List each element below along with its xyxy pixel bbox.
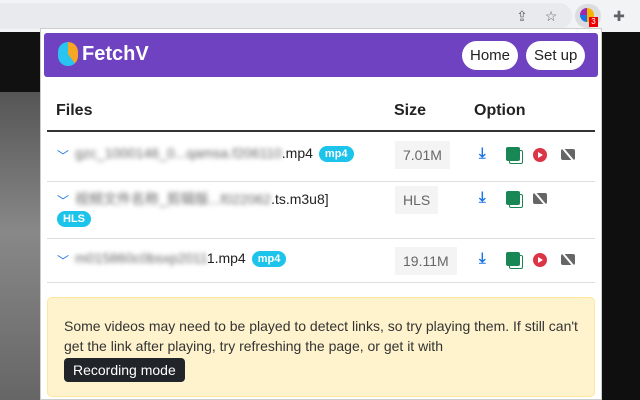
record-off-icon[interactable] (533, 193, 547, 204)
file-ext: .mp4 (281, 145, 313, 161)
fetchv-extension-button[interactable]: 3 (575, 4, 601, 28)
brand: FetchV (58, 42, 149, 66)
table-row: ﹀ m015860c0bsxp20111.mp4 mp4 19.11M ⤓ (47, 239, 595, 283)
notice-text: Some videos may need to be played to det… (64, 318, 578, 354)
column-option: Option (474, 102, 526, 119)
file-size: 19.11M (395, 247, 457, 275)
share-icon[interactable]: ⇪ (512, 6, 532, 26)
file-ext: 1.mp4 (206, 250, 246, 266)
column-files: Files (56, 102, 93, 119)
chevron-down-icon[interactable]: ﹀ (57, 147, 69, 164)
address-bar[interactable] (0, 3, 572, 29)
file-name: m015860c0bsxp20111.mp4 mp4 (75, 250, 287, 267)
record-off-icon[interactable] (561, 254, 575, 265)
file-name-blurred: 视频文件名称_剪辑版...f022062 (75, 191, 272, 207)
play-icon[interactable] (533, 148, 547, 162)
copy-icon[interactable] (506, 252, 520, 266)
fetchv-popup: FetchV Home Set up Files Size Option ﹀ g… (40, 28, 602, 400)
download-icon[interactable]: ⤓ (479, 146, 493, 161)
format-tag: mp4 (318, 146, 354, 162)
file-name: 视频文件名称_剪辑版...f022062.ts.m3u8] (75, 189, 329, 209)
play-icon[interactable] (533, 253, 547, 267)
file-name-blurred: m015860c0bsxp2011 (75, 250, 207, 266)
file-name: gzc_1000146_0...qamsa.f206110.mp4 mp4 (75, 145, 354, 162)
star-icon[interactable]: ☆ (541, 6, 561, 26)
brand-name: FetchV (82, 42, 149, 65)
download-icon[interactable]: ⤓ (479, 190, 493, 205)
table-row: ﹀ gzc_1000146_0...qamsa.f206110.mp4 mp4 7… (47, 132, 595, 182)
copy-icon[interactable] (506, 191, 520, 205)
popup-header: FetchV Home Set up (44, 33, 598, 77)
format-tag: HLS (57, 211, 91, 227)
chevron-down-icon[interactable]: ﹀ (57, 192, 69, 209)
notice-box: Some videos may need to be played to det… (47, 297, 595, 397)
recording-mode-button[interactable]: Recording mode (64, 358, 185, 382)
file-ext: .ts.m3u8] (271, 191, 329, 207)
background-page-right (602, 32, 640, 400)
record-off-icon[interactable] (561, 149, 575, 160)
puzzle-icon[interactable]: ✚ (609, 6, 629, 26)
home-button[interactable]: Home (462, 41, 519, 70)
file-size: HLS (395, 186, 439, 214)
format-tag: mp4 (251, 251, 287, 267)
column-size: Size (394, 102, 427, 119)
background-page (0, 32, 40, 400)
download-icon[interactable]: ⤓ (479, 251, 493, 266)
fetchv-logo-icon (58, 42, 78, 66)
setup-button[interactable]: Set up (526, 41, 586, 70)
chevron-down-icon[interactable]: ﹀ (57, 252, 69, 269)
file-size: 7.01M (395, 141, 450, 169)
copy-icon[interactable] (506, 147, 520, 161)
table-row: ﹀ 视频文件名称_剪辑版...f022062.ts.m3u8] HLS HLS … (47, 182, 595, 239)
extension-badge: 3 (589, 17, 598, 27)
file-name-blurred: gzc_1000146_0...qamsa.f206110 (75, 145, 282, 161)
